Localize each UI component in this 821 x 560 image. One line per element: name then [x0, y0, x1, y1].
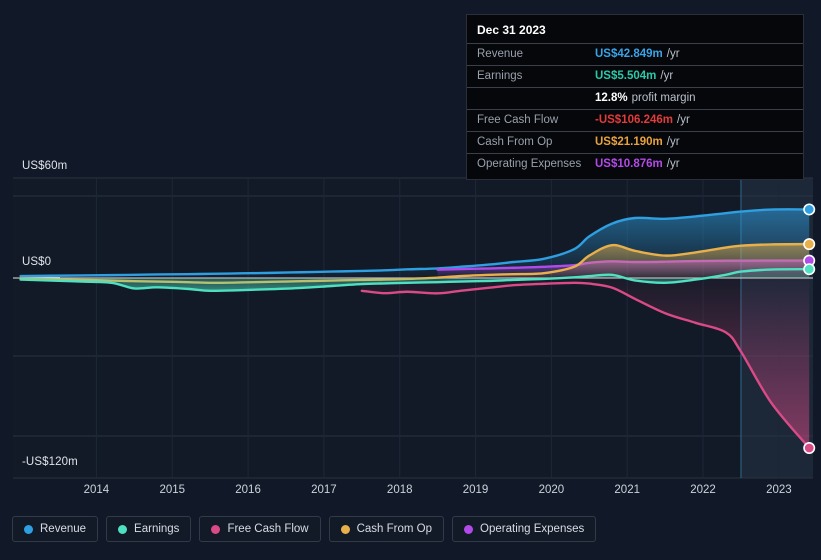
x-axis-tick: 2015	[159, 484, 186, 496]
tooltip-row: 12.8% profit margin	[467, 87, 803, 109]
tooltip-row: Operating Expenses US$10.876m/yr	[467, 153, 803, 175]
legend-item-cash-from-op[interactable]: Cash From Op	[328, 516, 445, 542]
y-axis-label-top: US$60m	[22, 160, 68, 172]
y-axis-label-bottom: -US$120m	[22, 456, 78, 468]
tooltip-row-suffix: /yr	[666, 136, 680, 148]
tooltip-row-label: Earnings	[477, 70, 523, 82]
data-tooltip: Dec 31 2023 Revenue US$42.849m/yr Earnings…	[466, 14, 804, 180]
legend-color-dot	[211, 524, 221, 534]
tooltip-row-value: US$5.504m	[595, 70, 657, 82]
chart-legend[interactable]: Revenue Earnings Free Cash Flow Cash From O…	[12, 516, 597, 542]
x-axis-tick: 2022	[690, 484, 716, 496]
tooltip-row: Revenue US$42.849m/yr	[467, 43, 803, 65]
legend-label: Revenue	[40, 523, 87, 535]
x-axis-tick: 2023	[766, 484, 792, 496]
x-axis-tick: 2019	[462, 484, 489, 496]
x-axis-tick: 2018	[386, 484, 413, 496]
series-endpoint-marker	[803, 238, 816, 251]
legend-label: Cash From Op	[356, 523, 433, 535]
series-endpoint-marker	[803, 441, 816, 454]
legend-label: Operating Expenses	[480, 523, 585, 535]
tooltip-row: Free Cash Flow -US$106.246m/yr	[467, 109, 803, 131]
tooltip-row-suffix: /yr	[666, 48, 680, 60]
x-axis-tick: 2014	[83, 484, 110, 496]
tooltip-row-suffix: /yr	[677, 114, 690, 126]
legend-item-earnings[interactable]: Earnings	[106, 516, 192, 542]
legend-color-dot	[118, 524, 128, 534]
tooltip-row-suffix: /yr	[660, 70, 674, 82]
legend-color-dot	[340, 524, 350, 534]
legend-label: Earnings	[134, 523, 180, 535]
tooltip-row-label: Free Cash Flow	[477, 114, 559, 126]
tooltip-row: Earnings US$5.504m/yr	[467, 65, 803, 87]
tooltip-row-value: US$21.190m	[595, 136, 663, 148]
tooltip-row-label: Revenue	[477, 48, 524, 60]
tooltip-row-value: -US$106.246m	[595, 114, 673, 126]
financial-chart: US$60m US$0 -US$120m 2014 2015 2016 2017 201…	[0, 0, 821, 560]
tooltip-row: Cash From Op US$21.190m/yr	[467, 131, 803, 153]
tooltip-date: Dec 31 2023	[477, 23, 546, 37]
tooltip-row-value: 12.8%	[595, 92, 628, 104]
tooltip-row-label: Cash From Op	[477, 136, 553, 148]
tooltip-row-suffix: /yr	[666, 158, 680, 170]
y-axis-label-zero: US$0	[22, 256, 52, 268]
tooltip-row-suffix: profit margin	[631, 92, 696, 104]
tooltip-rows: Revenue US$42.849m/yr Earnings US$5.504m/yr…	[467, 43, 803, 175]
legend-item-free-cash-flow[interactable]: Free Cash Flow	[199, 516, 321, 542]
series-endpoint-marker	[803, 263, 816, 276]
tooltip-row-value: US$10.876m	[595, 158, 663, 170]
x-axis-tick: 2017	[311, 484, 337, 496]
legend-color-dot	[24, 524, 33, 534]
legend-color-dot	[464, 524, 474, 534]
series-endpoint-marker	[803, 203, 816, 216]
x-axis-tick: 2016	[235, 484, 261, 496]
tooltip-row-label: Operating Expenses	[477, 158, 582, 170]
x-axis-tick: 2021	[614, 484, 640, 496]
legend-label: Free Cash Flow	[227, 523, 309, 535]
legend-item-operating-expenses[interactable]: Operating Expenses	[452, 516, 597, 542]
x-axis-tick: 2020	[538, 484, 565, 496]
tooltip-row-value: US$42.849m	[595, 48, 663, 60]
legend-item-revenue[interactable]: Revenue	[12, 516, 99, 542]
